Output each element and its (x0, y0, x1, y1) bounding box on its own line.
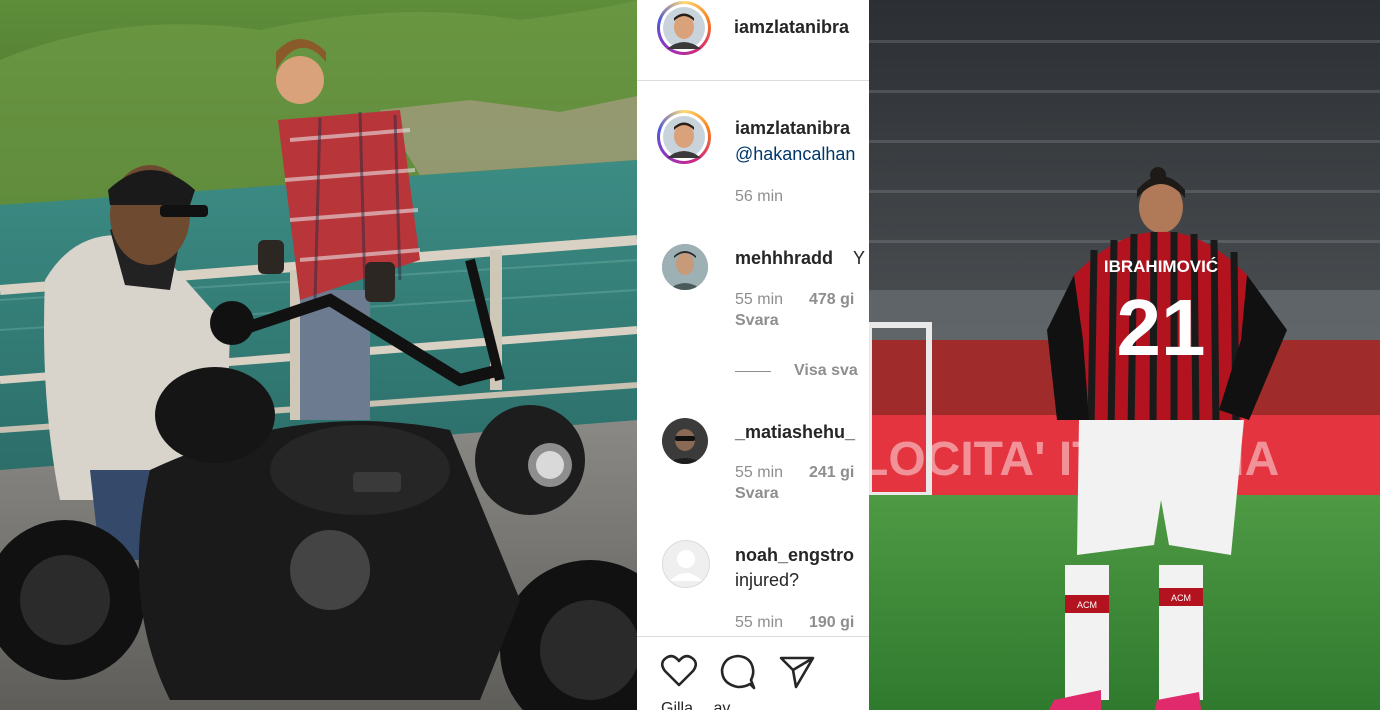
comment-icon (720, 654, 756, 690)
caption-username[interactable]: iamzlatanibra (735, 118, 850, 139)
reply-button[interactable]: Svara (735, 485, 779, 503)
commenter-avatar-default[interactable] (662, 540, 710, 588)
likes-summary-partial: Gilla… av … (661, 700, 751, 710)
commenter-avatar[interactable] (662, 418, 708, 464)
comment-username[interactable]: _matiashehu_ (735, 422, 855, 443)
caption-mention-link[interactable]: @hakancalhan (735, 144, 855, 165)
right-photo-football-player: LOCITA' ITALIANA IBRAHIMOVIĆ 21 ACM ACM (869, 0, 1380, 710)
post-author-avatar[interactable] (657, 1, 711, 55)
comment-button[interactable] (720, 654, 756, 695)
caption-timestamp[interactable]: 56 min (735, 188, 783, 206)
jersey-name: IBRAHIMOVIĆ (1104, 257, 1218, 276)
instagram-comments-panel: iamzlatanibra iamzlatanibra @hakancalhan… (637, 0, 869, 710)
comment-likes[interactable]: 241 gi (809, 464, 854, 482)
like-button[interactable] (660, 654, 698, 693)
paper-plane-icon (779, 656, 815, 689)
header-divider (637, 80, 869, 81)
jersey-number: 21 (1117, 283, 1206, 372)
user-photo-icon (662, 418, 708, 464)
caption-author-avatar[interactable] (657, 110, 711, 164)
football-player-scene-illustration: LOCITA' ITALIANA IBRAHIMOVIĆ 21 ACM ACM (869, 0, 1380, 710)
comment-likes[interactable]: 190 gi (809, 614, 854, 632)
comment-timestamp[interactable]: 55 min (735, 614, 783, 632)
author-face-icon (663, 116, 705, 158)
comment-text: Y (853, 248, 866, 268)
commenter-avatar[interactable] (662, 244, 708, 290)
comment-text: injured? (735, 570, 800, 590)
reply-button[interactable]: Svara (735, 312, 779, 330)
author-face-icon (663, 7, 705, 49)
view-replies-button[interactable]: Visa sva (794, 362, 858, 380)
user-photo-icon (662, 244, 708, 290)
view-replies-line (735, 371, 771, 372)
actions-divider (637, 636, 869, 637)
comment-timestamp[interactable]: 55 min (735, 464, 783, 482)
motorcycle-scene-illustration (0, 0, 637, 710)
comment-username[interactable]: noah_engstro (735, 545, 854, 566)
sock-label-left: ACM (1077, 600, 1097, 610)
left-photo-motorcycle (0, 0, 637, 710)
comment-likes[interactable]: 478 gi (809, 291, 854, 309)
sock-label-right: ACM (1171, 593, 1191, 603)
header-username[interactable]: iamzlatanibra (734, 17, 849, 38)
default-user-icon (670, 550, 702, 581)
share-button[interactable] (779, 655, 815, 694)
comment-username[interactable]: mehhhradd (735, 248, 833, 269)
comment-timestamp[interactable]: 55 min (735, 291, 783, 309)
heart-icon (660, 654, 698, 687)
